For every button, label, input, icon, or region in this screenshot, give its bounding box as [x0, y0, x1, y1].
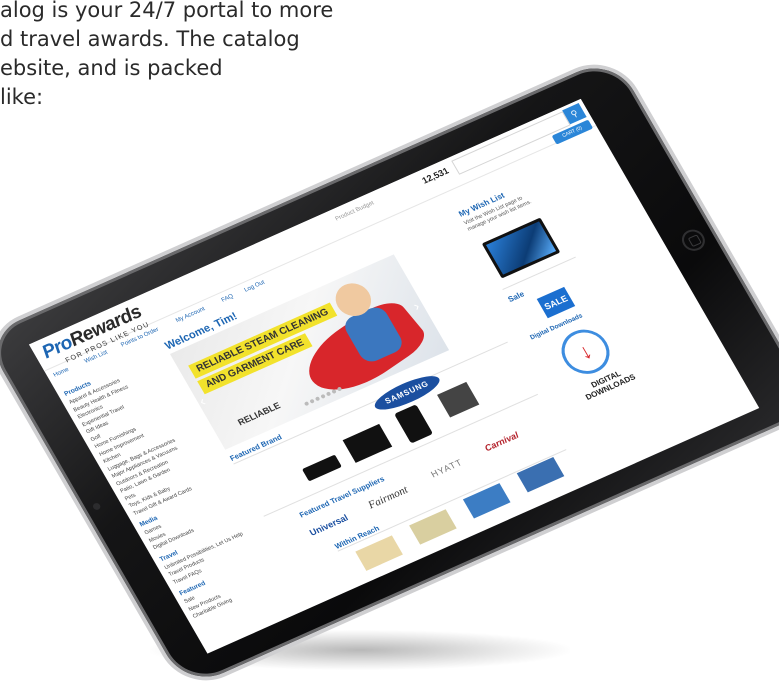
tv-product[interactable]: [342, 423, 393, 463]
intro-line-1: alog is your 24/7 portal to more: [0, 0, 334, 22]
intro-line-2: d travel awards. The catalog: [0, 27, 300, 51]
tablet-device: ProRewards FOR PROS LIKE YOU Product Bud…: [0, 55, 779, 689]
tablet-product[interactable]: [394, 404, 434, 444]
hero-brand: RELIABLE: [236, 400, 283, 428]
within-reach-item[interactable]: [462, 483, 511, 519]
supplier-hyatt[interactable]: HYATT: [429, 457, 464, 479]
carousel-prev-icon[interactable]: ‹: [196, 393, 208, 409]
camera-icon: [91, 501, 102, 511]
sale-badge[interactable]: SALE: [536, 286, 576, 319]
nav-home[interactable]: Home: [53, 367, 71, 379]
points-value: 12,531: [420, 165, 451, 186]
supplier-carnival[interactable]: Carnival: [483, 430, 520, 453]
soundbar-product[interactable]: [301, 454, 342, 482]
nav-faq[interactable]: FAQ: [221, 294, 235, 304]
sale-title[interactable]: Sale: [506, 289, 526, 304]
intro-line-3: ebsite, and is packed: [0, 56, 223, 80]
search-input[interactable]: [451, 111, 571, 175]
supplier-universal[interactable]: Universal: [308, 513, 350, 538]
points-label: Product Budget: [334, 200, 376, 223]
carousel-next-icon[interactable]: ›: [410, 298, 422, 314]
intro-line-4: like:: [0, 85, 44, 109]
within-reach-item[interactable]: [516, 456, 565, 493]
tablet-screen: ProRewards FOR PROS LIKE YOU Product Bud…: [28, 98, 760, 654]
nav-log-out[interactable]: Log Out: [243, 280, 266, 294]
home-button[interactable]: [677, 226, 709, 255]
monitor-product[interactable]: [437, 381, 480, 418]
